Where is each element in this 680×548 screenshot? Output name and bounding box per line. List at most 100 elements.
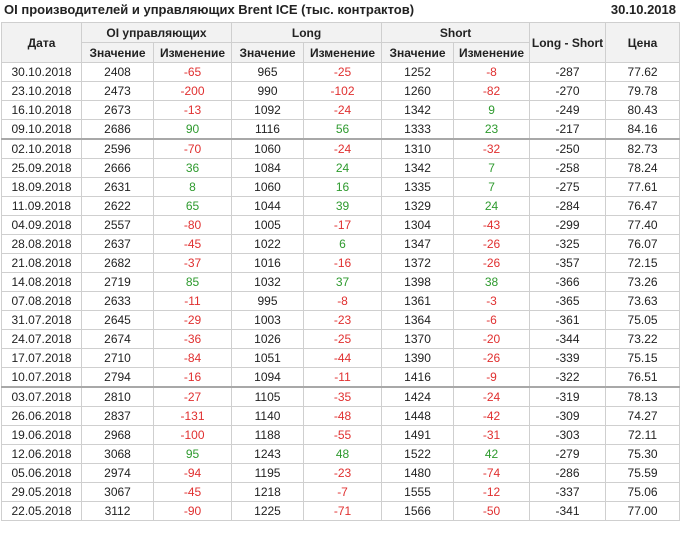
cell-price: 72.11	[605, 425, 680, 445]
cell-date: 31.07.2018	[1, 310, 82, 330]
cell-short-value: 1252	[381, 62, 455, 82]
cell-date: 26.06.2018	[1, 406, 82, 426]
cell-date: 29.05.2018	[1, 482, 82, 502]
table-row: 22.05.2018 3112 -90 1225 -71 1566 -50 -341 77.00	[1, 501, 680, 521]
cell-oi-value: 2968	[81, 425, 154, 445]
cell-short-value: 1304	[381, 215, 455, 235]
cell-date: 18.09.2018	[1, 177, 82, 197]
cell-oi-value: 2645	[81, 310, 154, 330]
cell-long-change: 48	[303, 444, 383, 464]
cell-price: 79.78	[605, 81, 680, 101]
subheader-long-value: Значение	[231, 42, 305, 63]
cell-short-value: 1448	[381, 406, 455, 426]
cell-short-value: 1342	[381, 158, 455, 178]
table-row: 05.06.2018 2974 -94 1195 -23 1480 -74 -286 75.59	[1, 463, 680, 483]
cell-short-value: 1555	[381, 482, 455, 502]
cell-long-change: -102	[303, 81, 383, 101]
cell-date: 24.07.2018	[1, 329, 82, 349]
subheader-long-change: Изменение	[303, 42, 383, 63]
subheader-oi-value: Значение	[81, 42, 154, 63]
cell-short-value: 1566	[381, 501, 455, 521]
cell-long-change: 39	[303, 196, 383, 216]
cell-long-change: -71	[303, 501, 383, 521]
cell-long-value: 1243	[231, 444, 305, 464]
cell-long-value: 1094	[231, 367, 305, 388]
cell-oi-value: 2622	[81, 196, 154, 216]
cell-oi-value: 2794	[81, 367, 154, 388]
cell-date: 23.10.2018	[1, 81, 82, 101]
cell-short-change: 42	[453, 444, 531, 464]
cell-oi-change: 8	[152, 177, 233, 197]
cell-short-value: 1347	[381, 234, 455, 254]
cell-price: 74.27	[605, 406, 680, 426]
cell-oi-change: -65	[152, 62, 233, 82]
subheader-short-change: Изменение	[453, 42, 531, 63]
cell-oi-change: -13	[152, 100, 233, 120]
cell-short-change: -8	[453, 62, 531, 82]
cell-oi-value: 2837	[81, 406, 154, 426]
cell-short-value: 1260	[381, 81, 455, 101]
cell-oi-change: -45	[152, 234, 233, 254]
header-price: Цена	[605, 22, 680, 63]
cell-short-change: -26	[453, 253, 531, 273]
cell-oi-change: -90	[152, 501, 233, 521]
cell-short-change: -82	[453, 81, 531, 101]
table-row: 19.06.2018 2968 -100 1188 -55 1491 -31 -303 72.1…	[1, 425, 680, 445]
cell-price: 75.06	[605, 482, 680, 502]
table-row: 17.07.2018 2710 -84 1051 -44 1390 -26 -339 75.15	[1, 348, 680, 368]
cell-long-value: 1105	[231, 386, 305, 407]
cell-short-value: 1370	[381, 329, 455, 349]
cell-short-change: -6	[453, 310, 531, 330]
cell-short-change: -42	[453, 406, 531, 426]
table-row: 14.08.2018 2719 85 1032 37 1398 38 -366 73.26	[1, 272, 680, 292]
cell-long-change: -24	[303, 100, 383, 120]
cell-oi-value: 2719	[81, 272, 154, 292]
table-row: 29.05.2018 3067 -45 1218 -7 1555 -12 -337 75.06	[1, 482, 680, 502]
cell-short-change: -24	[453, 386, 531, 407]
cell-oi-change: -80	[152, 215, 233, 235]
cell-short-value: 1424	[381, 386, 455, 407]
table-row: 02.10.2018 2596 -70 1060 -24 1310 -32 -250 82.73	[1, 138, 680, 159]
cell-long-value: 1225	[231, 501, 305, 521]
cell-oi-change: -16	[152, 367, 233, 388]
cell-short-value: 1491	[381, 425, 455, 445]
cell-long-change: 24	[303, 158, 383, 178]
cell-oi-value: 2473	[81, 81, 154, 101]
cell-long-short: -309	[529, 406, 607, 426]
cell-oi-value: 2674	[81, 329, 154, 349]
cell-long-value: 1032	[231, 272, 305, 292]
cell-long-value: 1022	[231, 234, 305, 254]
cell-short-value: 1398	[381, 272, 455, 292]
cell-price: 78.24	[605, 158, 680, 178]
cell-short-value: 1364	[381, 310, 455, 330]
cell-date: 11.09.2018	[1, 196, 82, 216]
cell-long-short: -344	[529, 329, 607, 349]
table-row: 18.09.2018 2631 8 1060 16 1335 7 -275 77.61	[1, 177, 680, 197]
cell-long-short: -275	[529, 177, 607, 197]
cell-oi-value: 2673	[81, 100, 154, 120]
cell-long-value: 1188	[231, 425, 305, 445]
cell-short-value: 1416	[381, 367, 455, 388]
cell-short-value: 1390	[381, 348, 455, 368]
cell-long-short: -258	[529, 158, 607, 178]
cell-oi-value: 2633	[81, 291, 154, 311]
cell-long-short: -287	[529, 62, 607, 82]
cell-long-change: -35	[303, 386, 383, 407]
cell-price: 72.15	[605, 253, 680, 273]
cell-date: 30.10.2018	[1, 62, 82, 82]
cell-long-value: 1016	[231, 253, 305, 273]
cell-short-change: 9	[453, 100, 531, 120]
cell-long-change: -23	[303, 310, 383, 330]
cell-oi-change: -94	[152, 463, 233, 483]
cell-long-short: -341	[529, 501, 607, 521]
cell-long-value: 1218	[231, 482, 305, 502]
cell-price: 75.30	[605, 444, 680, 464]
cell-date: 09.10.2018	[1, 119, 82, 140]
cell-short-change: -3	[453, 291, 531, 311]
cell-long-value: 1195	[231, 463, 305, 483]
cell-long-change: -17	[303, 215, 383, 235]
cell-long-change: -7	[303, 482, 383, 502]
cell-long-change: -44	[303, 348, 383, 368]
cell-price: 78.13	[605, 386, 680, 407]
cell-long-value: 1092	[231, 100, 305, 120]
